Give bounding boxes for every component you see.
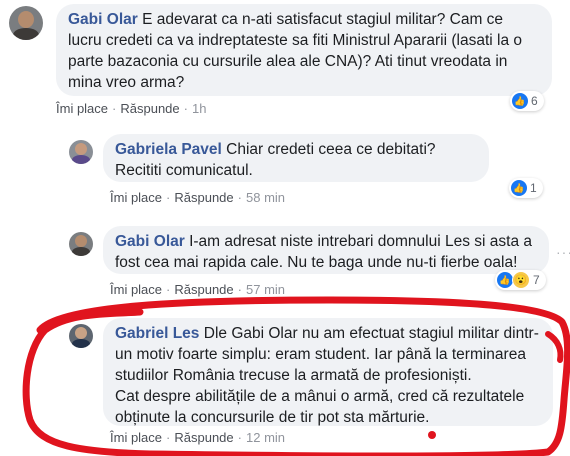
comment-author[interactable]: Gabriela Pavel <box>115 141 222 158</box>
comment-bubble: Gabi Olar I-am adresat niste intrebari d… <box>103 226 549 274</box>
comment-text-line: studiilor România trecuse la armată de p… <box>115 367 472 384</box>
like-reaction-icon: 👍 <box>512 93 528 109</box>
comment-actions: Îmi place · Răspunde · 1h <box>56 101 207 116</box>
reaction-summary[interactable]: 👍 6 <box>510 91 544 111</box>
comment-author[interactable]: Gabi Olar <box>115 233 185 250</box>
reply-link[interactable]: Răspunde <box>174 190 233 205</box>
comment-bubble: Gabi Olar E adevarat ca n-ati satisfacut… <box>56 4 552 96</box>
comment-actions: Îmi place · Răspunde · 58 min <box>110 190 286 205</box>
comment-text-line: Cat despre abilitățile de a mânui o armă… <box>115 388 525 405</box>
like-reaction-icon: 👍 <box>497 272 513 288</box>
reaction-summary[interactable]: 👍 1 <box>509 178 543 198</box>
comment-text-line: Dle Gabi Olar nu am efectuat stagiul mil… <box>203 325 539 342</box>
comment-time[interactable]: 1h <box>192 101 206 116</box>
reply-link[interactable]: Răspunde <box>174 430 233 445</box>
reaction-summary[interactable]: 👍 😮 7 <box>495 270 546 290</box>
avatar[interactable] <box>69 140 93 164</box>
comment-text-line: un motiv foarte simplu: eram student. Ia… <box>115 346 526 363</box>
comment-actions: Îmi place · Răspunde · 57 min <box>110 282 286 297</box>
comment-actions: Îmi place · Răspunde · 12 min <box>110 430 286 445</box>
comment-time[interactable]: 57 min <box>246 282 285 297</box>
comment-bubble: Gabriel Les Dle Gabi Olar nu am efectuat… <box>103 318 553 426</box>
more-options-icon[interactable]: ··· <box>556 244 570 260</box>
like-link[interactable]: Îmi place <box>110 282 162 297</box>
comment-bubble: Gabriela Pavel Chiar credeti ceea ce deb… <box>103 134 489 182</box>
reply-link[interactable]: Răspunde <box>174 282 233 297</box>
reaction-count: 6 <box>531 94 538 108</box>
comment-author[interactable]: Gabriel Les <box>115 325 199 342</box>
avatar[interactable] <box>69 232 93 256</box>
comment-time[interactable]: 12 min <box>246 430 285 445</box>
avatar[interactable] <box>9 6 43 40</box>
like-link[interactable]: Îmi place <box>110 430 162 445</box>
reply-link[interactable]: Răspunde <box>120 101 179 116</box>
avatar[interactable] <box>69 324 93 348</box>
wow-reaction-icon: 😮 <box>512 271 530 289</box>
comment-time[interactable]: 58 min <box>246 190 285 205</box>
reaction-count: 7 <box>533 273 540 287</box>
like-reaction-icon: 👍 <box>511 180 527 196</box>
reaction-count: 1 <box>530 181 537 195</box>
comment-author[interactable]: Gabi Olar <box>68 11 138 28</box>
like-link[interactable]: Îmi place <box>56 101 108 116</box>
like-link[interactable]: Îmi place <box>110 190 162 205</box>
comment-text-line: obținute la concursurile de tir pot sta … <box>115 409 430 426</box>
